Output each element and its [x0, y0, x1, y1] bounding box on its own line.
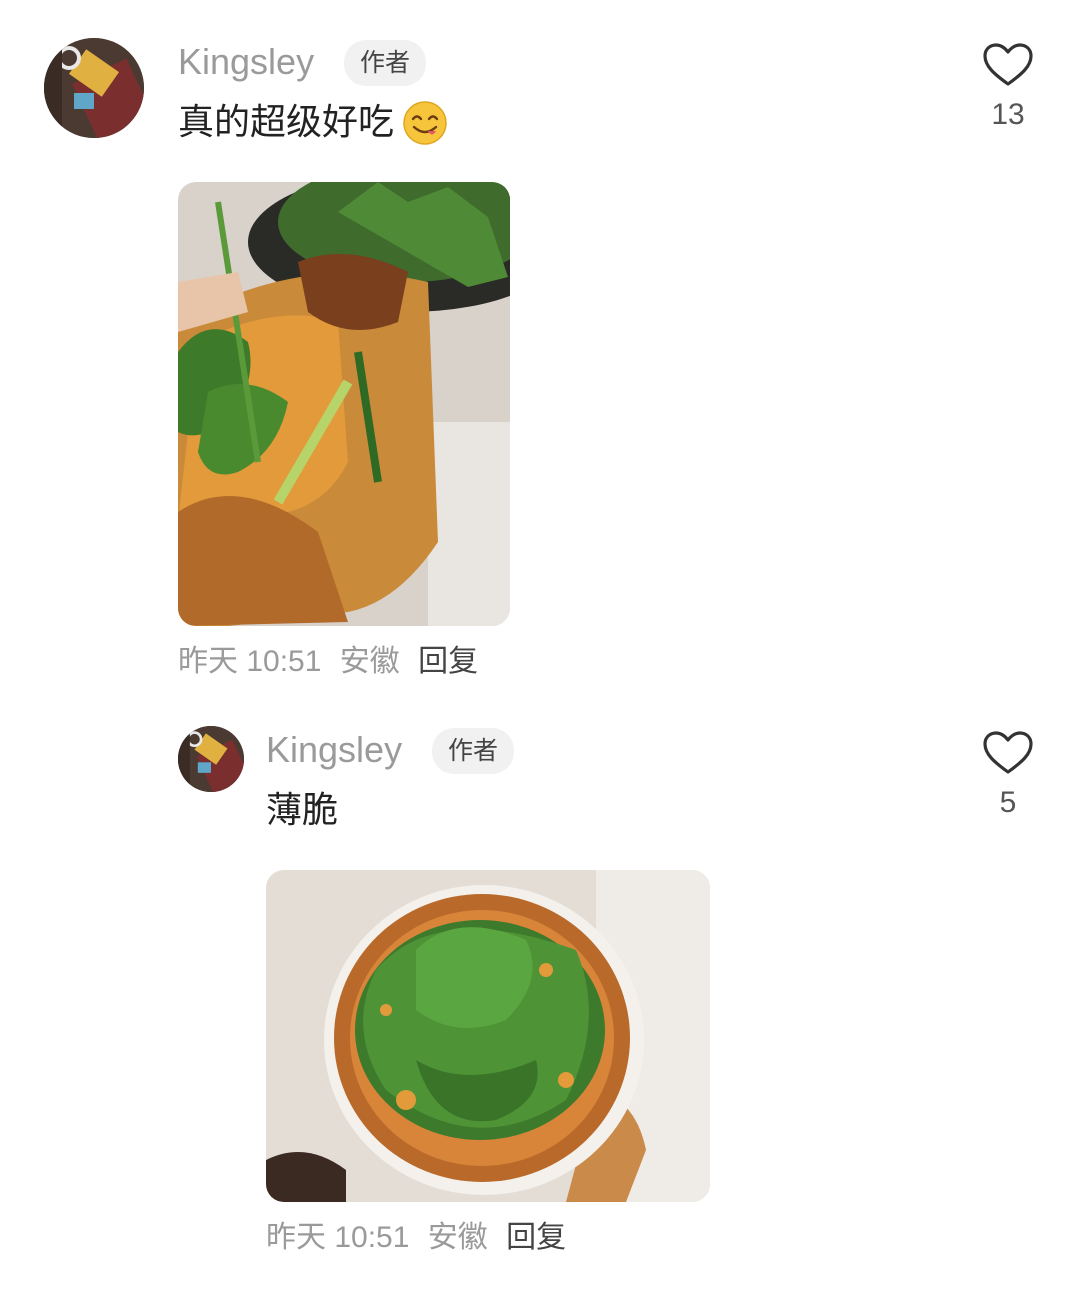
author-badge: 作者: [344, 40, 427, 86]
comment-time: 昨天 10:51: [178, 645, 322, 678]
comment-body: 真的超级好吃: [178, 102, 395, 143]
avatar-image: [178, 726, 244, 792]
like-button[interactable]: 5: [968, 730, 1048, 820]
comment-time: 昨天 10:51: [266, 1221, 410, 1254]
comment-meta: 昨天 10:51 安徽 回复: [178, 642, 478, 682]
comment-photo[interactable]: [178, 182, 510, 626]
comment-photo[interactable]: [266, 870, 710, 1202]
username[interactable]: Kingsley: [266, 728, 402, 772]
comment-location: 安徽: [427, 1221, 488, 1254]
food-photo-pizza-slice: [178, 182, 510, 626]
reply-button[interactable]: 回复: [506, 1221, 566, 1254]
savoring-food-emoji-icon: [403, 101, 447, 145]
heart-outline-icon: [983, 43, 1033, 86]
like-count: 13: [991, 98, 1025, 131]
username[interactable]: Kingsley: [178, 40, 314, 84]
heart-outline-icon: [983, 731, 1033, 774]
comment-item: Kingsley 作者 真的超级好吃 昨天 10:51 安徽 回复 13: [0, 0, 1080, 700]
comment-body: 薄脆: [266, 790, 339, 831]
comment-text[interactable]: 薄脆: [266, 786, 338, 836]
comment-meta: 昨天 10:51 安徽 回复: [266, 1218, 566, 1258]
author-badge: 作者: [432, 728, 515, 774]
reply-button[interactable]: 回复: [418, 645, 478, 678]
reply-comment-item: Kingsley 作者 薄脆 昨天 10:51 安徽 回复 5: [0, 700, 1080, 1290]
comment-text[interactable]: 真的超级好吃: [178, 98, 448, 148]
like-button[interactable]: 13: [968, 42, 1048, 132]
avatar-image: [44, 38, 144, 138]
like-count: 5: [999, 786, 1017, 819]
avatar[interactable]: [178, 726, 244, 792]
avatar[interactable]: [44, 38, 144, 138]
comment-location: 安徽: [339, 645, 400, 678]
food-photo-whole-pizza: [266, 870, 710, 1202]
